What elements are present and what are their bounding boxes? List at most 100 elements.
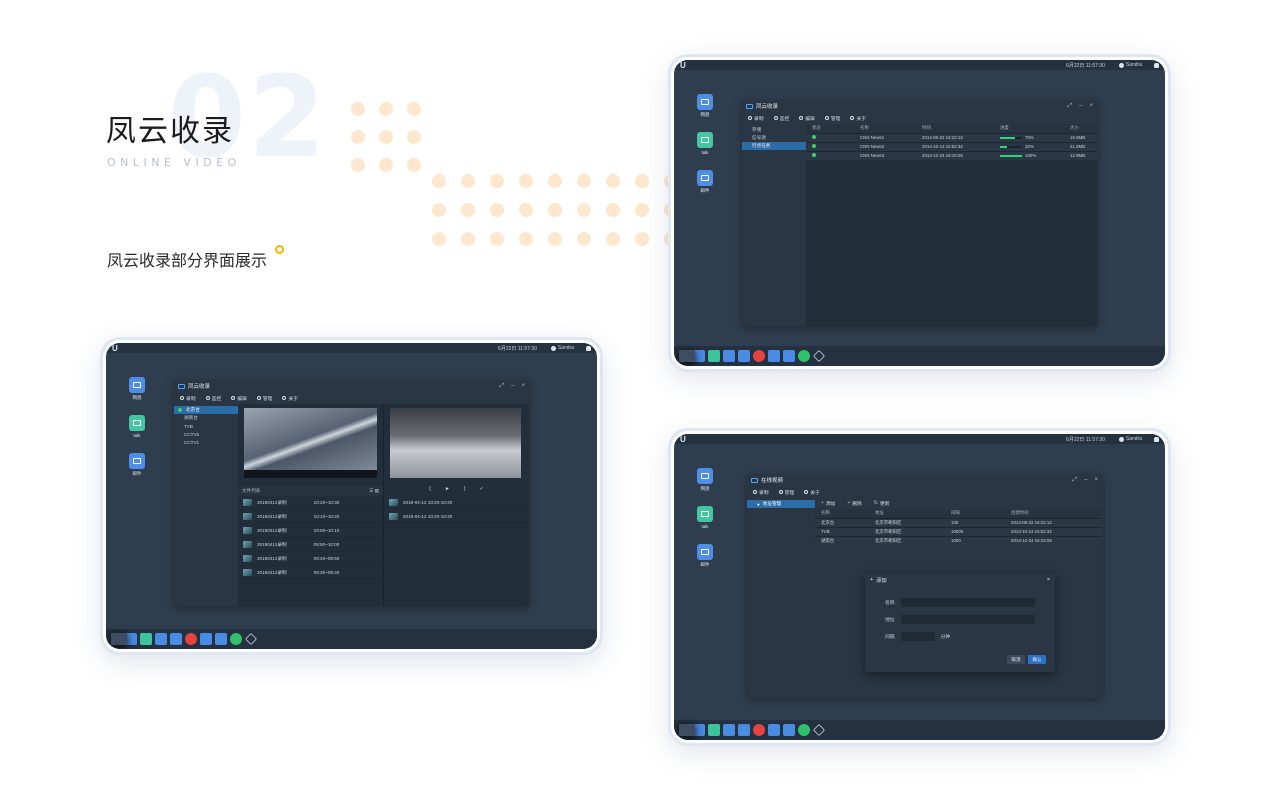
table-row[interactable]: 湖南台 北京市朝阳区 1000 2014-12-24 16:15:05 [815,535,1102,545]
minimize-icon[interactable]: – [1084,477,1087,483]
minimize-icon[interactable]: – [1079,103,1082,109]
bell-icon[interactable] [1154,436,1159,442]
mail-icon[interactable] [723,724,735,736]
window-thumbnail[interactable] [679,350,695,362]
restore-icon[interactable]: ⤢ [1067,103,1072,110]
window-thumbnail[interactable] [679,724,695,736]
tool-manage[interactable]: 管理 [256,395,272,402]
minimize-icon[interactable]: – [511,383,514,389]
list-item[interactable]: 20190412录制 09:30~09:40 [238,566,383,580]
tool-monitor[interactable]: 监控 [205,395,221,402]
mail-icon[interactable] [200,633,212,645]
cancel-button[interactable]: 取消 [1007,655,1025,664]
window-titlebar[interactable]: 凤云收录 ⤢ – × [174,380,529,392]
column-header[interactable]: 名称 [815,509,869,518]
video-controls[interactable] [244,470,377,478]
bell-icon[interactable] [1154,62,1159,68]
window-titlebar[interactable]: 凤云收录 ⤢ – × [742,100,1097,112]
user-menu[interactable]: Sandra [1118,62,1142,68]
refresh-button[interactable]: ↻ 更新 [874,500,890,507]
address-input[interactable] [900,615,1035,624]
apps-icon[interactable] [738,724,750,736]
close-icon[interactable]: × [521,383,525,389]
sidebar-item-source[interactable]: 信号源 [742,134,806,142]
column-header[interactable]: 名称 [854,124,916,133]
grid-view-icon[interactable]: ▦ [375,488,379,494]
list-item[interactable]: 20190412录制 10:00~10:10 [238,524,383,538]
system-logo[interactable]: U [112,344,118,353]
system-logo[interactable]: U [680,61,686,70]
layers-icon[interactable] [245,633,257,645]
column-header[interactable]: 状态 [806,124,854,133]
close-icon[interactable]: × [1047,577,1050,583]
channel-item[interactable]: 北京台 [174,406,238,414]
close-icon[interactable]: × [1094,477,1098,483]
weibo-icon[interactable] [185,633,197,645]
column-header[interactable]: 创建时间 [1005,509,1102,518]
mark-in-button[interactable]: ( [429,486,431,492]
desktop-icon-talk[interactable]: talk [695,506,715,529]
wechat-icon[interactable] [230,633,242,645]
desktop-icon-talk[interactable]: talk [127,415,147,438]
table-row[interactable]: CNN News2 2014-10-13 15:52:32 32% 21.6MB [806,141,1097,151]
table-row[interactable]: CNN News3 2014-12-24 16:15:05 100% 12.9M… [806,150,1097,160]
add-button[interactable]: + 添加 [821,500,835,507]
apps-icon[interactable] [215,633,227,645]
confirm-button[interactable]: 确认 [1028,655,1046,664]
user-menu[interactable]: Sandra [550,345,574,351]
mail-icon[interactable] [723,350,735,362]
video-player-main[interactable] [244,408,377,478]
video-player-preview[interactable] [390,408,521,478]
tool-edit[interactable]: 编辑 [799,115,815,122]
weibo-icon[interactable] [753,350,765,362]
column-header[interactable]: 地址 [869,509,945,518]
bell-icon[interactable] [586,345,591,351]
desktop-icon-mail[interactable]: 邮件 [127,453,147,477]
table-row[interactable]: CNN News1 2014-06-22 15:22:12 70% 10.5MB [806,132,1097,142]
restore-icon[interactable]: ⤢ [1072,477,1077,484]
list-item[interactable]: 2019-04-12 10:20-10:30 [384,510,529,524]
desktop-icon-mail[interactable]: 邮件 [695,170,715,194]
channel-item[interactable]: 湖南台 [174,414,238,422]
tool-edit[interactable]: 编辑 [231,395,247,402]
chat-icon[interactable] [708,724,720,736]
mail-icon[interactable] [768,350,780,362]
list-item[interactable]: 2019-04-12 10:20-10:30 [384,496,529,510]
window-titlebar[interactable]: 在线视频 ⤢ – × [747,474,1102,486]
tool-monitor[interactable]: 监控 [773,115,789,122]
tool-about[interactable]: 关于 [850,115,866,122]
confirm-button[interactable]: ✓ [480,486,484,492]
apps-icon[interactable] [783,350,795,362]
tool-manage[interactable]: 管理 [778,489,794,496]
list-item[interactable]: 20190412录制 09:40~09:50 [238,552,383,566]
desktop-icon-talk[interactable]: talk [695,132,715,155]
tool-about[interactable]: 关于 [804,489,820,496]
column-header[interactable]: 进度 [994,124,1064,133]
apps-icon[interactable] [783,724,795,736]
layers-icon[interactable] [813,350,825,362]
play-button[interactable]: ► [445,486,450,492]
restore-icon[interactable]: ⤢ [499,383,504,390]
tool-record[interactable]: 录制 [180,395,196,402]
sidebar-item-address[interactable]: ● 地址管理 [747,500,815,508]
interval-input[interactable] [900,632,935,641]
tool-record[interactable]: 录制 [753,489,769,496]
desktop-icon-drive[interactable]: 网盘 [695,468,715,492]
sidebar-item-storage[interactable]: 存储 [742,126,806,134]
desktop-icon-mail[interactable]: 邮件 [695,544,715,568]
table-row[interactable]: 北京台 北京市朝阳区 100 2014-06-22 15:22:12 [815,517,1102,527]
weibo-icon[interactable] [753,724,765,736]
window-thumbnail[interactable] [111,633,127,645]
apps-icon[interactable] [170,633,182,645]
desktop-icon-drive[interactable]: 网盘 [695,94,715,118]
channel-item[interactable]: CCTV1 [174,438,238,446]
table-row[interactable]: TVB 北京市朝阳区 10000 2014-10-13 15:52:32 [815,526,1102,536]
column-header[interactable]: 大小 [1064,124,1097,133]
delete-button[interactable]: × 删除 [847,500,861,507]
wechat-icon[interactable] [798,350,810,362]
mail-icon[interactable] [155,633,167,645]
tool-about[interactable]: 关于 [282,395,298,402]
tool-manage[interactable]: 管理 [824,115,840,122]
sidebar-item-tasks[interactable]: 行点任务 [742,142,806,150]
layers-icon[interactable] [813,724,825,736]
